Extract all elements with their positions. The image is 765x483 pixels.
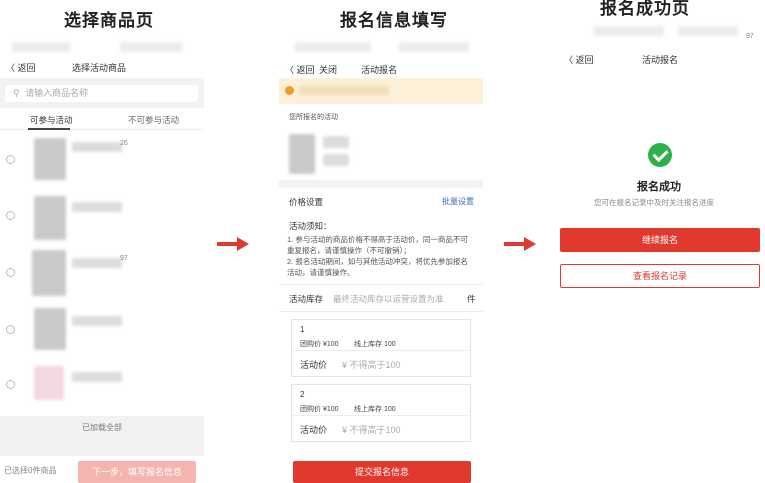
stock-row: 活动库存 最终活动库存以运营设置为准 件	[279, 284, 483, 312]
signup-label: 您所报名的活动	[289, 114, 338, 121]
search-icon: ⚲	[13, 88, 20, 98]
status-fragment: 97	[746, 33, 754, 40]
search-input[interactable]: ⚲ 请输入商品名称	[5, 85, 198, 102]
submit-signup-button[interactable]: 提交报名信息	[293, 461, 471, 483]
stock-label: 活动库存	[289, 294, 324, 304]
item-index: 2	[300, 390, 305, 399]
product-radio[interactable]	[6, 325, 15, 334]
arrow-right-icon	[504, 237, 538, 251]
continue-signup-button[interactable]: 继续报名	[560, 228, 760, 252]
dot-icon	[285, 86, 294, 95]
group-price: 团购价 ¥100	[300, 406, 339, 413]
activity-price-input[interactable]: ¥ 不得高于100	[342, 358, 401, 371]
price-fragment: 26	[120, 140, 128, 147]
tab-eligible[interactable]: 可参与活动	[30, 114, 73, 126]
nav-bar: 〈 返回 关闭 活动报名	[279, 60, 483, 78]
product-image-blur	[34, 366, 64, 400]
product-image-blur	[32, 250, 66, 296]
nav-title: 选择活动商品	[72, 63, 127, 73]
activity-price-label: 活动价	[300, 425, 328, 435]
rules-title: 活动须知：	[289, 221, 332, 231]
product-radio[interactable]	[6, 268, 15, 277]
product-name-blur	[323, 136, 349, 148]
search-placeholder: 请输入商品名称	[25, 88, 89, 98]
product-image-blur	[34, 138, 66, 180]
product-radio[interactable]	[6, 380, 15, 389]
status-bar-blur	[399, 42, 469, 52]
success-subtitle: 您可在报名记录中及时关注报名进度	[594, 198, 714, 207]
back-button[interactable]: 〈 返回	[564, 53, 594, 66]
nav-bar: 〈 返回 活动报名	[558, 50, 765, 68]
success-check-icon	[648, 143, 672, 167]
screen-signup-success: 97 〈 返回 活动报名 报名成功 您可在报名记录中及时关注报名进度 继续报名 …	[558, 20, 765, 483]
rules-text: 1. 参与活动的商品价格不得高于活动价，同一商品不可重复报名，请谨慎操作（不可撤…	[287, 234, 475, 278]
close-button[interactable]: 关闭	[319, 63, 337, 76]
back-button[interactable]: 〈 返回	[285, 63, 315, 76]
stock-unit: 件	[467, 294, 476, 304]
price-fragment: 97	[120, 255, 128, 262]
item-card: 2 团购价 ¥100 线上库存 100 活动价 ¥ 不得高于100	[291, 384, 471, 442]
success-title: 报名成功	[637, 181, 681, 193]
active-tab-indicator	[28, 128, 70, 130]
online-stock: 线上库存 100	[354, 406, 396, 413]
selected-count: 已选择0件商品	[4, 466, 57, 475]
product-name-blur	[72, 258, 122, 268]
product-name-blur	[72, 142, 122, 152]
group-price: 团购价 ¥100	[300, 341, 339, 348]
activity-price-label: 活动价	[300, 360, 328, 370]
screen-select-product: 〈 返回 选择活动商品 ⚲ 请输入商品名称 可参与活动 不可参与活动 26 97…	[0, 36, 204, 483]
rule-item: 2. 报名活动期间，如与其他活动冲突，将优先参加报名活动，请谨慎操作。	[287, 257, 468, 277]
product-name-blur	[72, 372, 122, 382]
arrow-right-icon	[217, 237, 251, 251]
back-button[interactable]: 〈 返回	[6, 61, 36, 74]
product-name-blur	[323, 154, 349, 166]
loaded-all-indicator: 已加载全部	[0, 416, 204, 456]
stock-input[interactable]: 最终活动库存以运营设置为准	[333, 293, 444, 305]
product-image-blur	[289, 134, 315, 174]
card-divider	[292, 350, 470, 351]
screen-signup-info: 〈 返回 关闭 活动报名 您所报名的活动 价格设置 批量设置 活动须知： 1. …	[279, 36, 483, 483]
item-card: 1 团购价 ¥100 线上库存 100 活动价 ¥ 不得高于100	[291, 319, 471, 377]
batch-setting-link[interactable]: 批量设置	[442, 196, 474, 207]
product-image-blur	[34, 308, 66, 350]
item-index: 1	[300, 325, 305, 334]
status-bar-blur	[678, 26, 738, 36]
bottom-bar: 已选择0件商品 下一步，填写报名信息	[0, 456, 204, 483]
banner-text-blur	[299, 86, 389, 95]
title-signup-success: 报名成功页	[600, 0, 690, 18]
view-records-button[interactable]: 查看报名记录	[560, 264, 760, 288]
activity-price-input[interactable]: ¥ 不得高于100	[342, 423, 401, 436]
price-setting-label: 价格设置	[289, 197, 324, 207]
tab-ineligible[interactable]: 不可参与活动	[128, 114, 179, 126]
nav-title: 活动报名	[642, 55, 679, 65]
status-bar-blur	[295, 42, 371, 52]
title-signup-info: 报名信息填写	[340, 11, 448, 30]
loaded-all-text: 已加载全部	[82, 423, 122, 432]
nav-title: 活动报名	[361, 65, 398, 75]
card-divider	[292, 415, 470, 416]
product-radio[interactable]	[6, 211, 15, 220]
online-stock: 线上库存 100	[354, 341, 396, 348]
section-divider	[279, 180, 483, 188]
status-bar-blur	[120, 42, 182, 52]
title-select-product: 选择商品页	[64, 11, 154, 30]
tab-bar: 可参与活动 不可参与活动	[0, 108, 204, 130]
product-name-blur	[72, 316, 122, 326]
product-radio[interactable]	[6, 155, 15, 164]
product-image-blur	[34, 196, 66, 240]
activity-banner	[279, 78, 483, 104]
next-step-button[interactable]: 下一步，填写报名信息	[78, 461, 196, 483]
nav-bar: 〈 返回 选择活动商品	[0, 58, 204, 76]
rule-item: 1. 参与活动的商品价格不得高于活动价，同一商品不可重复报名，请谨慎操作（不可撤…	[287, 235, 468, 255]
product-name-blur	[72, 202, 122, 212]
status-bar-blur	[12, 42, 70, 52]
status-bar-blur	[594, 26, 664, 36]
